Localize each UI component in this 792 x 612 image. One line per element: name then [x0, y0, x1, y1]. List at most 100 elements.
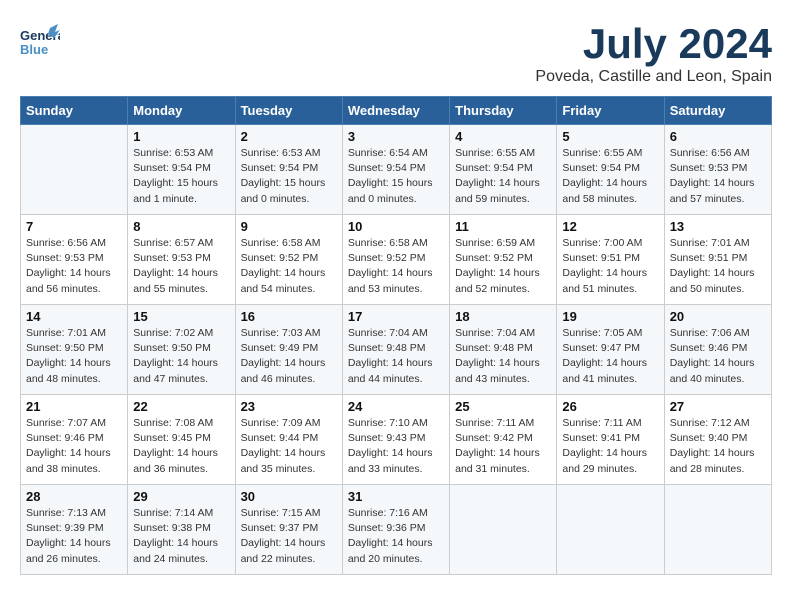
calendar-cell: 28Sunrise: 7:13 AM Sunset: 9:39 PM Dayli… — [21, 485, 128, 575]
day-number: 19 — [562, 309, 658, 324]
day-number: 31 — [348, 489, 444, 504]
calendar-week-row: 1 Sunrise: 6:53 AM Sunset: 9:54 PM Daylig… — [21, 125, 772, 215]
day-info: Sunrise: 7:11 AM Sunset: 9:42 PM Dayligh… — [455, 416, 551, 477]
day-number: 16 — [241, 309, 337, 324]
calendar-cell: 31 Sunrise: 7:16 AM Sunset: 9:36 PM Dayli… — [342, 485, 449, 575]
day-number: 22 — [133, 399, 229, 414]
day-info: Sunrise: 6:57 AM Sunset: 9:53 PM Dayligh… — [133, 236, 229, 297]
day-number: 12 — [562, 219, 658, 234]
calendar-cell — [557, 485, 664, 575]
day-info: Sunrise: 7:06 AM Sunset: 9:46 PM Dayligh… — [670, 326, 766, 387]
day-number: 21 — [26, 399, 122, 414]
calendar-cell: 9 Sunrise: 6:58 AM Sunset: 9:52 PM Daylig… — [235, 215, 342, 305]
day-info: Sunrise: 7:05 AM Sunset: 9:47 PM Dayligh… — [562, 326, 658, 387]
day-number: 23 — [241, 399, 337, 414]
day-number: 4 — [455, 129, 551, 144]
month-title: July 2024 — [535, 20, 772, 68]
calendar-cell: 23 Sunrise: 7:09 AM Sunset: 9:44 PM Dayli… — [235, 395, 342, 485]
day-number: 24 — [348, 399, 444, 414]
calendar-cell: 10Sunrise: 6:58 AM Sunset: 9:52 PM Dayli… — [342, 215, 449, 305]
day-info: Sunrise: 7:12 AM Sunset: 9:40 PM Dayligh… — [670, 416, 766, 477]
calendar-week-row: 14 Sunrise: 7:01 AM Sunset: 9:50 PM Dayli… — [21, 305, 772, 395]
weekday-header: Saturday — [664, 97, 771, 125]
calendar-cell: 7 Sunrise: 6:56 AM Sunset: 9:53 PM Daylig… — [21, 215, 128, 305]
day-number: 25 — [455, 399, 551, 414]
header: General Blue July 2024 Poveda, Castille … — [20, 20, 772, 86]
calendar-cell: 15 Sunrise: 7:02 AM Sunset: 9:50 PM Dayli… — [128, 305, 235, 395]
day-number: 9 — [241, 219, 337, 234]
weekday-header: Wednesday — [342, 97, 449, 125]
weekday-header: Tuesday — [235, 97, 342, 125]
day-info: Sunrise: 7:11 AM Sunset: 9:41 PM Dayligh… — [562, 416, 658, 477]
calendar-cell: 13 Sunrise: 7:01 AM Sunset: 9:51 PM Dayli… — [664, 215, 771, 305]
day-info: Sunrise: 7:02 AM Sunset: 9:50 PM Dayligh… — [133, 326, 229, 387]
day-info: Sunrise: 6:59 AM Sunset: 9:52 PM Dayligh… — [455, 236, 551, 297]
day-info: Sunrise: 6:55 AM Sunset: 9:54 PM Dayligh… — [562, 146, 658, 207]
logo-icon: General Blue — [20, 20, 60, 60]
calendar-cell: 3Sunrise: 6:54 AM Sunset: 9:54 PM Daylig… — [342, 125, 449, 215]
day-info: Sunrise: 7:14 AM Sunset: 9:38 PM Dayligh… — [133, 506, 229, 567]
day-info: Sunrise: 7:01 AM Sunset: 9:50 PM Dayligh… — [26, 326, 122, 387]
calendar-cell: 21 Sunrise: 7:07 AM Sunset: 9:46 PM Dayli… — [21, 395, 128, 485]
calendar-week-row: 7 Sunrise: 6:56 AM Sunset: 9:53 PM Daylig… — [21, 215, 772, 305]
calendar-cell: 2Sunrise: 6:53 AM Sunset: 9:54 PM Daylig… — [235, 125, 342, 215]
calendar-cell: 16 Sunrise: 7:03 AM Sunset: 9:49 PM Dayli… — [235, 305, 342, 395]
day-info: Sunrise: 7:04 AM Sunset: 9:48 PM Dayligh… — [455, 326, 551, 387]
location-subtitle: Poveda, Castille and Leon, Spain — [535, 68, 772, 86]
day-number: 1 — [133, 129, 229, 144]
calendar-cell: 11Sunrise: 6:59 AM Sunset: 9:52 PM Dayli… — [450, 215, 557, 305]
calendar-cell: 27 Sunrise: 7:12 AM Sunset: 9:40 PM Dayli… — [664, 395, 771, 485]
logo: General Blue — [20, 20, 64, 60]
day-number: 17 — [348, 309, 444, 324]
day-number: 14 — [26, 309, 122, 324]
calendar-cell: 14 Sunrise: 7:01 AM Sunset: 9:50 PM Dayli… — [21, 305, 128, 395]
calendar-week-row: 21 Sunrise: 7:07 AM Sunset: 9:46 PM Dayli… — [21, 395, 772, 485]
day-info: Sunrise: 6:55 AM Sunset: 9:54 PM Dayligh… — [455, 146, 551, 207]
calendar-cell: 20 Sunrise: 7:06 AM Sunset: 9:46 PM Dayli… — [664, 305, 771, 395]
day-info: Sunrise: 7:01 AM Sunset: 9:51 PM Dayligh… — [670, 236, 766, 297]
day-info: Sunrise: 7:08 AM Sunset: 9:45 PM Dayligh… — [133, 416, 229, 477]
day-number: 29 — [133, 489, 229, 504]
day-number: 10 — [348, 219, 444, 234]
calendar-week-row: 28Sunrise: 7:13 AM Sunset: 9:39 PM Dayli… — [21, 485, 772, 575]
day-info: Sunrise: 7:15 AM Sunset: 9:37 PM Dayligh… — [241, 506, 337, 567]
calendar-cell: 26Sunrise: 7:11 AM Sunset: 9:41 PM Dayli… — [557, 395, 664, 485]
weekday-header: Monday — [128, 97, 235, 125]
calendar-cell: 29 Sunrise: 7:14 AM Sunset: 9:38 PM Dayli… — [128, 485, 235, 575]
day-info: Sunrise: 7:09 AM Sunset: 9:44 PM Dayligh… — [241, 416, 337, 477]
day-info: Sunrise: 6:53 AM Sunset: 9:54 PM Dayligh… — [133, 146, 229, 207]
day-number: 5 — [562, 129, 658, 144]
day-number: 30 — [241, 489, 337, 504]
day-info: Sunrise: 6:58 AM Sunset: 9:52 PM Dayligh… — [241, 236, 337, 297]
calendar-cell — [450, 485, 557, 575]
day-info: Sunrise: 7:00 AM Sunset: 9:51 PM Dayligh… — [562, 236, 658, 297]
day-number: 15 — [133, 309, 229, 324]
day-number: 7 — [26, 219, 122, 234]
calendar-cell: 22 Sunrise: 7:08 AM Sunset: 9:45 PM Dayli… — [128, 395, 235, 485]
calendar-cell: 5 Sunrise: 6:55 AM Sunset: 9:54 PM Daylig… — [557, 125, 664, 215]
day-info: Sunrise: 7:07 AM Sunset: 9:46 PM Dayligh… — [26, 416, 122, 477]
day-info: Sunrise: 7:03 AM Sunset: 9:49 PM Dayligh… — [241, 326, 337, 387]
day-info: Sunrise: 6:56 AM Sunset: 9:53 PM Dayligh… — [670, 146, 766, 207]
day-number: 13 — [670, 219, 766, 234]
calendar-cell: 1 Sunrise: 6:53 AM Sunset: 9:54 PM Daylig… — [128, 125, 235, 215]
calendar-cell — [21, 125, 128, 215]
calendar-cell: 24Sunrise: 7:10 AM Sunset: 9:43 PM Dayli… — [342, 395, 449, 485]
day-number: 28 — [26, 489, 122, 504]
calendar-cell: 12 Sunrise: 7:00 AM Sunset: 9:51 PM Dayli… — [557, 215, 664, 305]
calendar-cell: 18 Sunrise: 7:04 AM Sunset: 9:48 PM Dayli… — [450, 305, 557, 395]
day-number: 20 — [670, 309, 766, 324]
weekday-header: Sunday — [21, 97, 128, 125]
calendar-cell — [664, 485, 771, 575]
weekday-header: Thursday — [450, 97, 557, 125]
day-info: Sunrise: 7:16 AM Sunset: 9:36 PM Dayligh… — [348, 506, 444, 567]
day-number: 8 — [133, 219, 229, 234]
calendar-cell: 4 Sunrise: 6:55 AM Sunset: 9:54 PM Daylig… — [450, 125, 557, 215]
day-number: 18 — [455, 309, 551, 324]
day-info: Sunrise: 6:54 AM Sunset: 9:54 PM Dayligh… — [348, 146, 444, 207]
day-number: 27 — [670, 399, 766, 414]
day-info: Sunrise: 6:53 AM Sunset: 9:54 PM Dayligh… — [241, 146, 337, 207]
calendar-cell: 19 Sunrise: 7:05 AM Sunset: 9:47 PM Dayli… — [557, 305, 664, 395]
calendar-cell: 30 Sunrise: 7:15 AM Sunset: 9:37 PM Dayli… — [235, 485, 342, 575]
day-info: Sunrise: 6:56 AM Sunset: 9:53 PM Dayligh… — [26, 236, 122, 297]
